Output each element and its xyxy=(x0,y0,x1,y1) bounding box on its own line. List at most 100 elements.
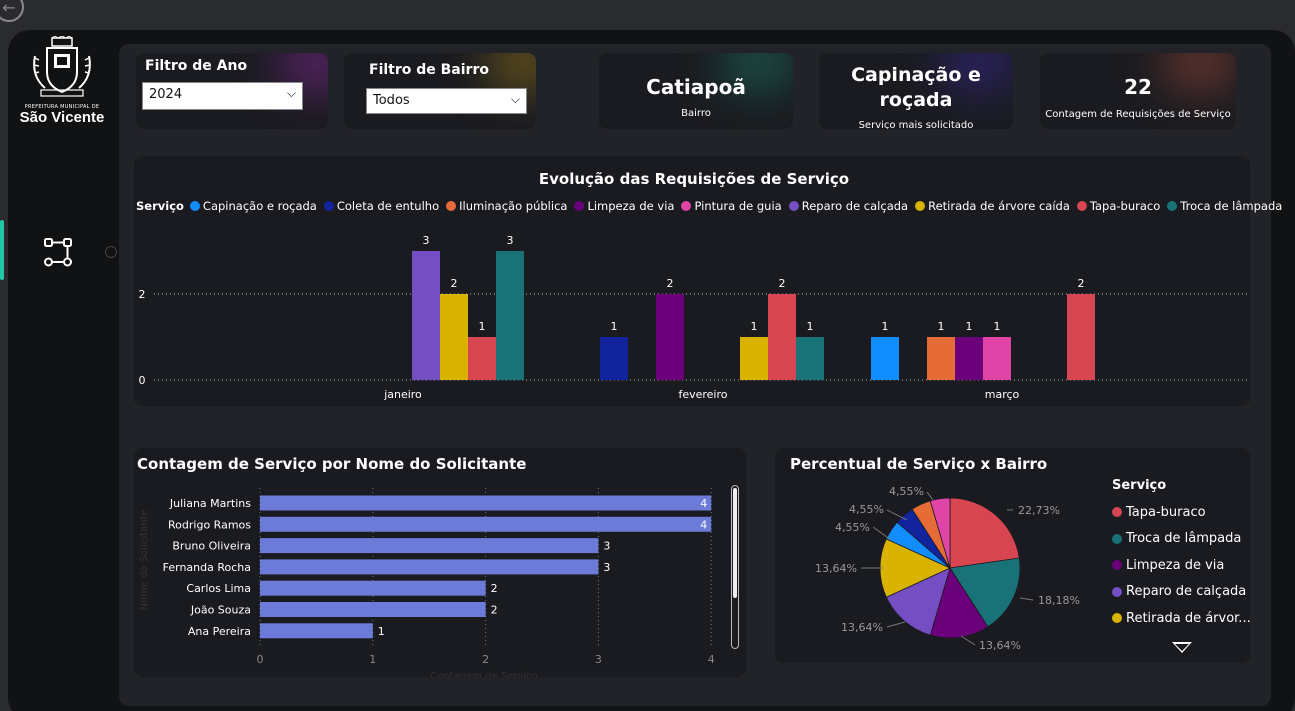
data-label: 3 xyxy=(423,234,430,247)
bar[interactable] xyxy=(955,337,983,380)
bar[interactable] xyxy=(600,337,628,380)
pie-chart-legend: Serviço Tapa-buraco Troca de lâmpada Limpe… xyxy=(1112,478,1251,632)
leader-line xyxy=(872,526,892,541)
kpi-bairro-card: Catiapoã Bairro xyxy=(599,53,793,129)
y-tick-label: Fernanda Rocha xyxy=(163,561,251,574)
bar[interactable] xyxy=(260,516,712,532)
pie-legend-item[interactable]: Retirada de árvor... xyxy=(1112,605,1251,632)
legend-item[interactable]: Iluminação pública xyxy=(446,199,567,213)
data-label: 1 xyxy=(611,320,618,333)
legend-title: Serviço xyxy=(136,199,184,213)
legend-label: Reparo de calçada xyxy=(801,199,909,213)
pie-chart: 22,73% 18,18% 13,64% 13,64% 13,64% 4,55% 4,55%… xyxy=(815,485,1080,652)
pie-legend-item[interactable]: Troca de lâmpada xyxy=(1112,526,1251,553)
legend-more-arrow-icon[interactable] xyxy=(1172,642,1192,653)
sidebar xyxy=(8,30,119,711)
legend-item[interactable]: Troca de lâmpada xyxy=(1167,199,1282,213)
x-tick-label: 4 xyxy=(708,653,715,666)
kpi-contagem-card: 22 Contagem de Requisições de Serviço xyxy=(1040,53,1236,129)
data-label: 4 xyxy=(700,497,707,510)
bar[interactable] xyxy=(983,337,1011,380)
legend-item[interactable]: Capinação e roçada xyxy=(189,199,317,213)
kpi-servico-value: Capinação e roçada xyxy=(851,64,981,111)
bar[interactable] xyxy=(440,294,468,380)
bar[interactable] xyxy=(496,251,524,380)
legend-item[interactable]: Tapa-buraco xyxy=(1076,199,1161,213)
neighborhood-select[interactable]: Todos ⌵ xyxy=(366,88,527,114)
data-label: 1 xyxy=(751,320,758,333)
bar[interactable] xyxy=(260,538,599,554)
evolution-chart-title: Evolução das Requisições de Serviço xyxy=(538,170,850,188)
data-label: 1 xyxy=(882,320,889,333)
pie-data-label: 13,64% xyxy=(979,639,1021,652)
data-label: 2 xyxy=(1078,277,1085,290)
year-select-value: 2024 xyxy=(149,87,183,102)
x-tick-label: janeiro xyxy=(383,388,422,401)
bar[interactable] xyxy=(1067,294,1095,380)
x-tick-label: março xyxy=(985,388,1020,401)
bar[interactable] xyxy=(740,337,768,380)
evolution-chart: 0 2 3 2 1 3 1 2 1 2 1 1 1 1 1 2 janeiro fevereiro março xyxy=(139,234,1248,401)
bar[interactable] xyxy=(412,251,440,380)
bar[interactable] xyxy=(656,294,684,380)
legend-dot xyxy=(788,201,799,211)
pie-data-label: 18,18% xyxy=(1038,594,1080,607)
bar[interactable] xyxy=(260,602,486,617)
y-tick-label: João Souza xyxy=(190,604,251,617)
pie-data-label: 4,55% xyxy=(835,521,870,534)
legend-label: Tapa-buraco xyxy=(1126,504,1206,520)
back-button[interactable]: ← xyxy=(0,0,24,22)
chevron-down-icon: ⌵ xyxy=(286,86,296,100)
legend-label: Retirada de árvor... xyxy=(1126,610,1251,626)
bar[interactable] xyxy=(871,337,899,380)
legend-item[interactable]: Reparo de calçada xyxy=(788,199,909,213)
pie-legend-item[interactable]: Limpeza de via xyxy=(1112,552,1251,579)
legend-dot xyxy=(446,201,457,211)
legend-label: Coleta de entulho xyxy=(336,199,440,213)
legend-item[interactable]: Retirada de árvore caída xyxy=(915,199,1070,213)
legend-item[interactable]: Pintura de guia xyxy=(681,199,782,213)
pie-data-label: 22,73% xyxy=(1018,504,1060,517)
bar[interactable] xyxy=(796,337,824,380)
legend-dot xyxy=(189,201,200,211)
pie-data-label: 13,64% xyxy=(815,562,857,575)
bar[interactable] xyxy=(260,623,373,639)
legend-label: Retirada de árvore caída xyxy=(928,199,1070,213)
legend-dot xyxy=(681,201,692,211)
neighborhood-select-value: Todos xyxy=(373,93,410,108)
requester-chart-title: Contagem de Serviço por Nome do Solicita… xyxy=(137,455,527,473)
nav-active-indicator xyxy=(0,220,4,280)
legend-item[interactable]: Limpeza de via xyxy=(574,199,674,213)
kpi-servico-label: Serviço mais solicitado xyxy=(858,120,974,129)
legend-dot xyxy=(1112,586,1122,597)
year-select[interactable]: 2024 ⌵ xyxy=(142,82,303,110)
logo-title: São Vicente xyxy=(19,109,105,126)
legend-dot xyxy=(1112,507,1122,518)
bar[interactable] xyxy=(260,495,712,511)
legend-label: Pintura de guia xyxy=(694,199,782,213)
y-tick-label: 0 xyxy=(139,374,146,387)
pie-legend-item[interactable]: Tapa-buraco xyxy=(1112,499,1251,526)
legend-item[interactable]: Coleta de entulho xyxy=(323,199,440,213)
leader-line xyxy=(926,491,934,501)
data-label: 1 xyxy=(807,320,814,333)
legend-dot xyxy=(1167,201,1178,211)
kpi-contagem-value: 22 xyxy=(1124,75,1152,99)
flow-diagram-icon[interactable] xyxy=(42,236,74,268)
bar[interactable] xyxy=(468,337,496,380)
bar[interactable] xyxy=(768,294,796,380)
bar[interactable] xyxy=(927,337,955,380)
kpi-bairro-value: Catiapoã xyxy=(646,75,746,99)
data-label: 4 xyxy=(700,518,707,531)
legend-dot xyxy=(1076,201,1087,211)
pie-slice[interactable] xyxy=(949,497,1020,569)
bar[interactable] xyxy=(260,580,486,596)
legend-label: Tapa-buraco xyxy=(1089,199,1161,213)
neighborhood-filter-title: Filtro de Bairro xyxy=(369,62,489,78)
data-label: 1 xyxy=(378,625,385,638)
data-label: 2 xyxy=(667,277,674,290)
sidebar-toggle[interactable] xyxy=(105,246,117,258)
pie-legend-item[interactable]: Reparo de calçada xyxy=(1112,579,1251,606)
scrollbar-thumb[interactable] xyxy=(733,488,737,598)
bar[interactable] xyxy=(260,559,599,575)
